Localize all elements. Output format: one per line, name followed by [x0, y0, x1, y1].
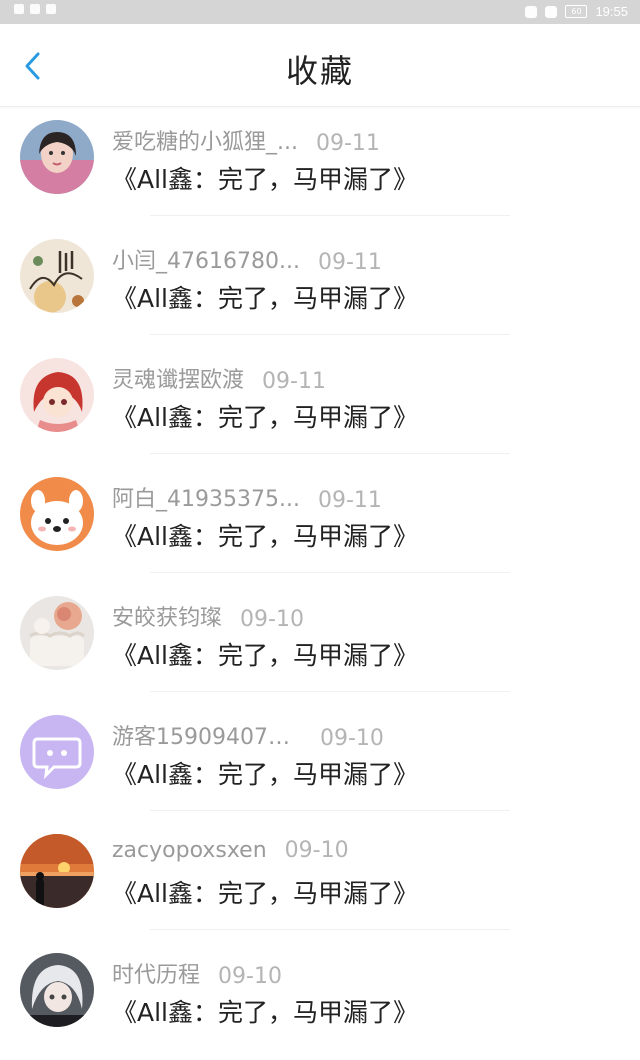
list-item[interactable]: 安皎获钧璨 09-10 《All鑫：完了，马甲漏了》	[0, 584, 640, 703]
list-item[interactable]: 阿白_41935375... 09-11 《All鑫：完了，马甲漏了》	[0, 465, 640, 584]
eye-icon	[525, 5, 538, 18]
meta-line: 游客159094078... 09-10	[112, 719, 384, 751]
list-item[interactable]: 灵魂谶摆欧渡 09-11 《All鑫：完了，马甲漏了》	[0, 346, 640, 465]
username[interactable]: zacyopoxsxen	[112, 838, 267, 863]
date: 09-11	[317, 250, 382, 275]
username[interactable]: 爱吃糖的小狐狸_...	[112, 124, 298, 156]
avatar[interactable]	[20, 358, 94, 432]
wifi-icon	[14, 4, 24, 14]
list-item[interactable]: 小闫_47616780... 09-11 《All鑫：完了，马甲漏了》	[0, 227, 640, 346]
avatar[interactable]	[20, 120, 94, 194]
list-item[interactable]: 爱吃糖的小狐狸_... 09-11 《All鑫：完了，马甲漏了》	[0, 108, 640, 227]
divider	[150, 691, 510, 692]
status-left-icons	[14, 4, 56, 14]
username[interactable]: 灵魂谶摆欧渡	[112, 362, 244, 394]
avatar[interactable]	[20, 834, 94, 908]
list-item[interactable]: 游客159094078... 09-10 《All鑫：完了，马甲漏了》	[0, 703, 640, 822]
divider	[150, 215, 510, 216]
avatar-default-chat-icon	[20, 715, 94, 789]
date: 09-11	[315, 131, 380, 156]
avatar[interactable]	[20, 477, 94, 551]
status-time: 19:55	[595, 4, 628, 19]
list-item[interactable]: zacyopoxsxen 09-10 《All鑫：完了，马甲漏了》	[0, 822, 640, 941]
favorite-title[interactable]: 《All鑫：完了，马甲漏了》	[112, 636, 418, 672]
favorite-title[interactable]: 《All鑫：完了，马甲漏了》	[112, 398, 418, 434]
username[interactable]: 阿白_41935375...	[112, 481, 300, 513]
favorite-title[interactable]: 《All鑫：完了，马甲漏了》	[112, 755, 418, 791]
divider	[150, 453, 510, 454]
favorite-title[interactable]: 《All鑫：完了，马甲漏了》	[112, 160, 418, 196]
meta-line: 安皎获钧璨 09-10	[112, 600, 304, 632]
username[interactable]: 安皎获钧璨	[112, 600, 222, 632]
battery-icon: 60	[565, 5, 588, 18]
avatar-anime-redhair-icon	[20, 358, 94, 432]
favorites-list: 爱吃糖的小狐狸_... 09-11 《All鑫：完了，马甲漏了》 小闫_47616…	[0, 108, 640, 1060]
avatar-anime-whitehair-icon	[20, 953, 94, 1027]
avatar-girl-portrait-icon	[20, 120, 94, 194]
avatar[interactable]	[20, 239, 94, 313]
date: 09-11	[262, 369, 326, 394]
date: 09-11	[317, 488, 382, 513]
avatar-calligraphy-art-icon	[20, 239, 94, 313]
divider	[150, 929, 510, 930]
meta-line: zacyopoxsxen 09-10	[112, 838, 349, 863]
avatar-cake-flowers-icon	[20, 596, 94, 670]
list-item[interactable]: 时代历程 09-10 《All鑫：完了，马甲漏了》	[0, 941, 640, 1060]
meta-line: 阿白_41935375... 09-11	[112, 481, 382, 513]
page-title: 收藏	[285, 52, 354, 90]
meta-line: 小闫_47616780... 09-11	[112, 243, 382, 275]
divider	[150, 334, 510, 335]
avatar-sunset-silhouette-icon	[20, 834, 94, 908]
avatar-cartoon-dog-icon	[20, 477, 94, 551]
date: 09-10	[218, 964, 282, 989]
hourglass-icon	[30, 4, 40, 14]
username[interactable]: 时代历程	[112, 957, 200, 989]
status-bar: 60 19:55	[0, 0, 640, 24]
favorite-title[interactable]: 《All鑫：完了，马甲漏了》	[112, 279, 418, 315]
meta-line: 爱吃糖的小狐狸_... 09-11	[112, 124, 380, 156]
meta-line: 灵魂谶摆欧渡 09-11	[112, 362, 326, 394]
username[interactable]: 小闫_47616780...	[112, 243, 300, 275]
favorite-title[interactable]: 《All鑫：完了，马甲漏了》	[112, 517, 418, 553]
avatar[interactable]	[20, 715, 94, 789]
divider	[150, 810, 510, 811]
date: 09-10	[320, 726, 384, 751]
favorite-title[interactable]: 《All鑫：完了，马甲漏了》	[112, 874, 418, 910]
date: 09-10	[240, 607, 304, 632]
meta-line: 时代历程 09-10	[112, 957, 282, 989]
avatar[interactable]	[20, 953, 94, 1027]
username[interactable]: 游客159094078...	[112, 719, 302, 751]
status-right-icons: 60 19:55	[525, 4, 628, 19]
date: 09-10	[284, 838, 349, 863]
alarm-icon	[545, 5, 558, 18]
app-header: 收藏	[0, 24, 640, 107]
divider	[150, 572, 510, 573]
avatar[interactable]	[20, 596, 94, 670]
notification-icon	[46, 4, 56, 14]
